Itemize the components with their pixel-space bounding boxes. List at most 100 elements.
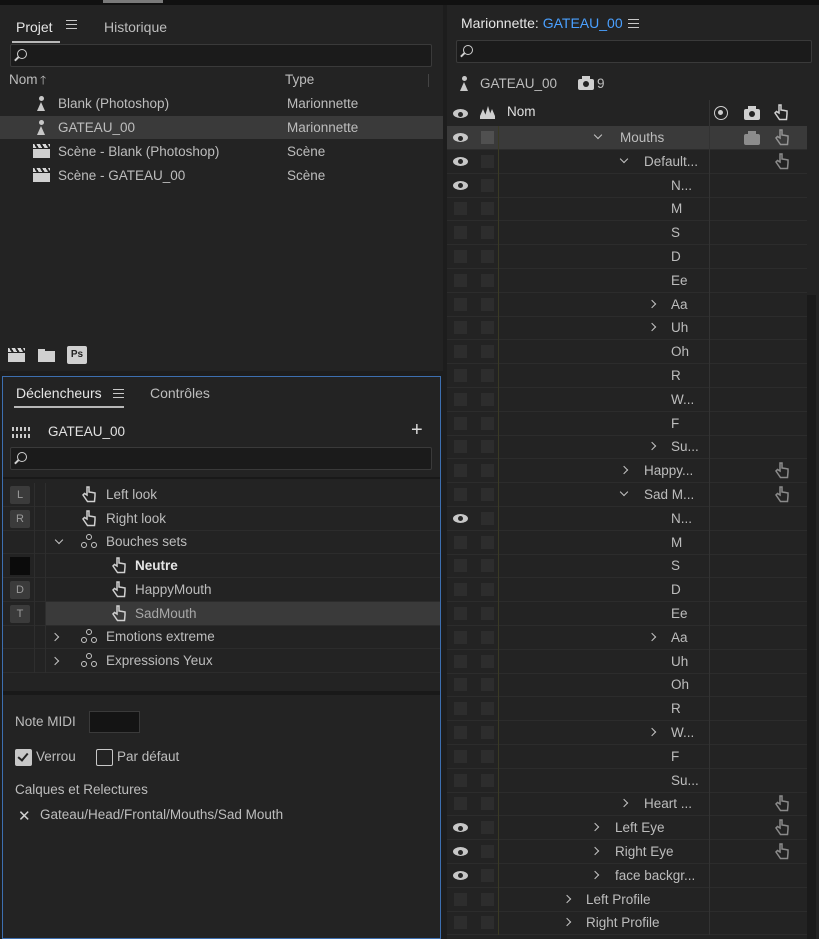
chevron-right-icon[interactable] bbox=[562, 918, 572, 927]
tab-projet[interactable]: Projet bbox=[16, 19, 53, 35]
trigger-search-input[interactable] bbox=[10, 447, 432, 470]
solo-toggle[interactable] bbox=[481, 845, 494, 858]
visibility-toggle[interactable] bbox=[454, 392, 467, 406]
puppet-layer-row[interactable]: R bbox=[447, 697, 807, 722]
solo-toggle[interactable] bbox=[481, 583, 494, 597]
column-type[interactable]: Type bbox=[285, 68, 314, 92]
puppet-search-input[interactable] bbox=[456, 40, 812, 63]
visibility-toggle[interactable] bbox=[454, 916, 467, 930]
puppet-layer-row[interactable]: Right Eye bbox=[447, 840, 807, 864]
solo-toggle[interactable] bbox=[481, 369, 494, 382]
solo-toggle[interactable] bbox=[481, 678, 494, 692]
chevron-right-icon[interactable] bbox=[647, 299, 657, 308]
puppet-layer-row[interactable]: Aa bbox=[447, 292, 807, 317]
solo-toggle[interactable] bbox=[481, 226, 494, 240]
trigger-row[interactable]: T SadMouth bbox=[3, 602, 440, 626]
visibility-toggle[interactable] bbox=[454, 250, 467, 263]
solo-toggle[interactable] bbox=[481, 273, 494, 287]
solo-toggle[interactable] bbox=[481, 630, 494, 644]
project-search-input[interactable] bbox=[10, 44, 432, 67]
puppet-layer-row[interactable]: R bbox=[447, 364, 807, 388]
puppet-layer-row[interactable]: N... bbox=[447, 173, 807, 198]
puppet-layer-row[interactable]: Uh bbox=[447, 316, 807, 341]
puppet-layer-row[interactable]: M bbox=[447, 197, 807, 222]
chevron-right-icon[interactable] bbox=[619, 465, 629, 475]
puppet-layer-row[interactable]: W... bbox=[447, 387, 807, 412]
eye-icon[interactable] bbox=[453, 133, 468, 142]
chevron-right-icon[interactable] bbox=[50, 632, 60, 642]
visibility-toggle[interactable] bbox=[454, 559, 467, 573]
puppet-layer-row[interactable]: Oh bbox=[447, 340, 807, 365]
chevron-right-icon[interactable] bbox=[647, 727, 657, 737]
puppet-layer-row[interactable]: S bbox=[447, 221, 807, 246]
solo-toggle[interactable] bbox=[481, 321, 494, 335]
solo-toggle[interactable] bbox=[481, 392, 494, 406]
solo-toggle[interactable] bbox=[481, 464, 494, 478]
chevron-right-icon[interactable] bbox=[647, 323, 657, 332]
solo-toggle[interactable] bbox=[481, 821, 494, 835]
chevron-right-icon[interactable] bbox=[647, 632, 657, 642]
trigger-key-badge[interactable] bbox=[10, 557, 30, 575]
visibility-toggle[interactable] bbox=[454, 583, 467, 597]
panel-menu-icon[interactable] bbox=[66, 20, 77, 29]
lock-checkbox[interactable] bbox=[15, 749, 32, 766]
midi-note-field[interactable] bbox=[89, 711, 140, 733]
puppet-layer-row[interactable]: Su... bbox=[447, 435, 807, 460]
chevron-down-icon[interactable] bbox=[619, 154, 629, 164]
trigger-row[interactable]: Expressions Yeux bbox=[3, 649, 440, 673]
puppet-layer-row[interactable]: Ee bbox=[447, 602, 807, 626]
solo-toggle[interactable] bbox=[481, 559, 494, 573]
puppet-layer-row[interactable]: Heart ... bbox=[447, 792, 807, 817]
drag-handle[interactable] bbox=[103, 0, 163, 3]
chevron-down-icon[interactable] bbox=[619, 487, 629, 497]
visibility-toggle[interactable] bbox=[454, 749, 467, 763]
visibility-column-icon[interactable] bbox=[453, 109, 468, 118]
visibility-toggle[interactable] bbox=[454, 607, 467, 620]
trigger-key-badge[interactable]: D bbox=[10, 581, 30, 599]
chevron-right-icon[interactable] bbox=[590, 822, 600, 832]
puppet-layer-row[interactable]: Oh bbox=[447, 673, 807, 698]
puppet-layer-row[interactable]: Sad M... bbox=[447, 483, 807, 507]
solo-toggle[interactable] bbox=[481, 654, 494, 668]
solo-toggle[interactable] bbox=[481, 607, 494, 620]
visibility-toggle[interactable] bbox=[454, 345, 467, 359]
puppet-layer-row[interactable]: D bbox=[447, 245, 807, 269]
eye-icon[interactable] bbox=[453, 156, 468, 166]
tab-controles[interactable]: Contrôles bbox=[150, 385, 210, 401]
visibility-toggle[interactable] bbox=[454, 702, 467, 716]
eye-icon[interactable] bbox=[453, 823, 468, 833]
visibility-toggle[interactable] bbox=[454, 797, 467, 811]
visibility-toggle[interactable] bbox=[454, 440, 467, 454]
puppet-layer-row[interactable]: Left Profile bbox=[447, 887, 807, 912]
solo-toggle[interactable] bbox=[481, 154, 494, 168]
puppet-layer-row[interactable]: N... bbox=[447, 506, 807, 531]
chevron-right-icon[interactable] bbox=[647, 442, 657, 451]
solo-toggle[interactable] bbox=[481, 916, 494, 930]
puppet-layer-row[interactable]: S bbox=[447, 554, 807, 579]
puppet-layer-row[interactable]: Su... bbox=[447, 768, 807, 793]
solo-toggle[interactable] bbox=[481, 488, 494, 501]
solo-toggle[interactable] bbox=[481, 178, 494, 192]
trigger-row[interactable]: L Left look bbox=[3, 483, 440, 507]
tab-historique[interactable]: Historique bbox=[104, 19, 167, 35]
visibility-toggle[interactable] bbox=[454, 654, 467, 668]
visibility-toggle[interactable] bbox=[454, 297, 467, 311]
puppet-layer-row[interactable]: Uh bbox=[447, 649, 807, 674]
chevron-down-icon[interactable] bbox=[54, 535, 64, 545]
camera-column-icon[interactable] bbox=[744, 106, 760, 120]
chevron-right-icon[interactable] bbox=[50, 656, 60, 666]
crown-icon[interactable] bbox=[480, 106, 495, 119]
chevron-right-icon[interactable] bbox=[562, 894, 572, 903]
remove-layer-icon[interactable]: ✕ bbox=[18, 807, 31, 825]
trigger-key-badge[interactable]: R bbox=[10, 510, 30, 528]
puppet-layer-row[interactable]: F bbox=[447, 744, 807, 769]
panel-menu-icon[interactable] bbox=[113, 389, 124, 398]
solo-toggle[interactable] bbox=[481, 726, 494, 739]
visibility-toggle[interactable] bbox=[454, 726, 467, 739]
scrollbar-track[interactable] bbox=[807, 295, 816, 939]
puppet-title-name[interactable]: GATEAU_00 bbox=[543, 15, 623, 31]
solo-toggle[interactable] bbox=[481, 131, 494, 144]
solo-toggle[interactable] bbox=[481, 797, 494, 811]
column-nom[interactable]: Nom bbox=[507, 104, 536, 119]
visibility-toggle[interactable] bbox=[454, 488, 467, 501]
